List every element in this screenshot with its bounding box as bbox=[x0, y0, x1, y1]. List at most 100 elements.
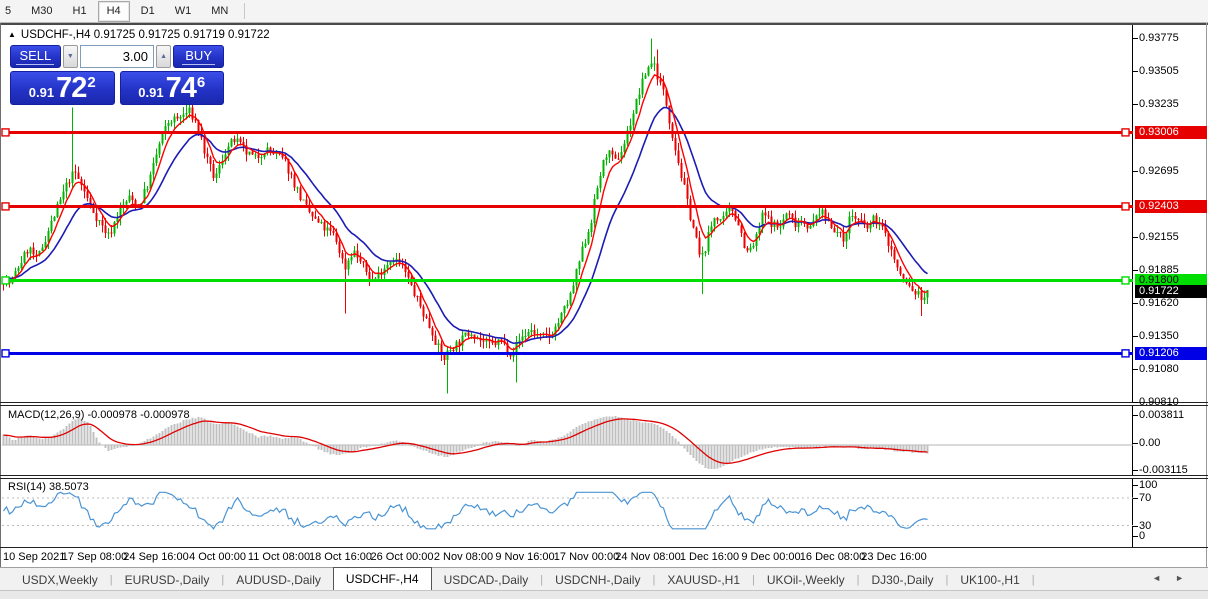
rsi-indicator-canvas[interactable] bbox=[0, 479, 1208, 547]
sell-price-prefix: 0.91 bbox=[29, 85, 54, 100]
tab-scroll-controls: ◄► bbox=[1152, 573, 1198, 583]
price-axis-label: 0.91080 bbox=[1139, 363, 1179, 375]
line-anchor[interactable] bbox=[2, 277, 9, 284]
tab-scroll-right-icon[interactable]: ► bbox=[1175, 573, 1198, 583]
chart-tab-USDX-Weekly[interactable]: USDX,Weekly bbox=[10, 570, 110, 590]
macd-tick bbox=[1133, 415, 1138, 416]
price-axis-label: 0.92155 bbox=[1139, 231, 1179, 243]
line-anchor[interactable] bbox=[2, 350, 9, 357]
chart-tab-DJ30-Daily[interactable]: DJ30-,Daily bbox=[860, 570, 946, 590]
timeframe-button-5[interactable]: 5 bbox=[0, 1, 20, 22]
timeframe-button-M30[interactable]: M30 bbox=[22, 1, 61, 22]
buy-button[interactable]: BUY bbox=[173, 45, 224, 68]
timeframe-button-MN[interactable]: MN bbox=[202, 1, 237, 22]
level-price-tag: 0.92403 bbox=[1135, 200, 1207, 213]
price-tick bbox=[1133, 336, 1138, 337]
macd-tick bbox=[1133, 443, 1138, 444]
chart-tab-UK100-H1[interactable]: UK100-,H1 bbox=[948, 570, 1031, 590]
status-strip bbox=[0, 590, 1208, 599]
macd-label: MACD(12,26,9) -0.000978 -0.000978 bbox=[8, 409, 190, 421]
chart-title: ▲ USDCHF-,H4 0.91725 0.91725 0.91719 0.91… bbox=[8, 29, 270, 41]
rsi-tick bbox=[1133, 498, 1138, 499]
line-anchor[interactable] bbox=[1122, 203, 1129, 210]
toolbar-separator bbox=[244, 3, 245, 19]
buy-price-big: 74 bbox=[166, 74, 196, 103]
ma-slow-line bbox=[4, 108, 928, 344]
chart-tab-USDCAD-Daily[interactable]: USDCAD-,Daily bbox=[432, 570, 541, 590]
price-axis-label: 0.91350 bbox=[1139, 330, 1179, 342]
tab-scroll-left-icon[interactable]: ◄ bbox=[1152, 573, 1175, 583]
sell-price-sup: 2 bbox=[87, 74, 95, 91]
price-tick bbox=[1133, 71, 1138, 72]
buy-price-sup: 6 bbox=[197, 74, 205, 91]
line-anchor[interactable] bbox=[1122, 350, 1129, 357]
timeframe-button-H4[interactable]: H4 bbox=[98, 1, 130, 22]
chart-tab-EURUSD-Daily[interactable]: EURUSD-,Daily bbox=[113, 570, 222, 590]
one-click-trading-panel: SELL ▼ ▲ BUY 0.91 72 2 0.91 74 6 bbox=[10, 45, 224, 105]
volume-input[interactable] bbox=[80, 45, 154, 68]
price-axis-label: 0.93775 bbox=[1139, 32, 1179, 44]
ma-fast-line bbox=[4, 75, 928, 350]
timeframe-button-D1[interactable]: D1 bbox=[132, 1, 164, 22]
macd-signal-line bbox=[4, 419, 928, 464]
macd-axis-label: 0.00 bbox=[1139, 437, 1160, 449]
chart-tab-USDCNH-Daily[interactable]: USDCNH-,Daily bbox=[543, 570, 652, 590]
price-axis-label: 0.93505 bbox=[1139, 65, 1179, 77]
time-axis-label: 11 Oct 08:00 bbox=[248, 551, 310, 563]
line-anchor[interactable] bbox=[2, 129, 9, 136]
chart-tab-XAUUSD-H1[interactable]: XAUUSD-,H1 bbox=[655, 570, 752, 590]
rsi-label: RSI(14) 38.5073 bbox=[8, 481, 89, 493]
price-axis-label: 0.91620 bbox=[1139, 297, 1179, 309]
tab-list: USDX,Weekly|EURUSD-,Daily|AUDUSD-,DailyU… bbox=[0, 568, 1035, 592]
price-tick bbox=[1133, 402, 1138, 403]
price-axis-label: 0.92695 bbox=[1139, 165, 1179, 177]
chart-tab-AUDUSD-Daily[interactable]: AUDUSD-,Daily bbox=[224, 570, 333, 590]
pane-separator[interactable] bbox=[0, 475, 1208, 476]
rsi-axis-label: 0 bbox=[1139, 530, 1145, 542]
time-axis-label: 23 Dec 16:00 bbox=[861, 551, 926, 563]
line-anchor[interactable] bbox=[1122, 277, 1129, 284]
macd-tick bbox=[1133, 470, 1138, 471]
rsi-tick bbox=[1133, 485, 1138, 486]
chart-tab-UKOil-Weekly[interactable]: UKOil-,Weekly bbox=[755, 570, 857, 590]
price-tick bbox=[1133, 369, 1138, 370]
time-axis-label: 9 Nov 16:00 bbox=[495, 551, 554, 563]
line-anchor[interactable] bbox=[2, 203, 9, 210]
volume-increase-button[interactable]: ▲ bbox=[156, 45, 171, 68]
pane-separator[interactable] bbox=[0, 402, 1208, 403]
volume-decrease-button[interactable]: ▼ bbox=[63, 45, 78, 68]
chart-title-text: USDCHF-,H4 0.91725 0.91725 0.91719 0.917… bbox=[21, 29, 270, 41]
timeframe-button-H1[interactable]: H1 bbox=[64, 1, 96, 22]
price-axis-label: 0.93235 bbox=[1139, 98, 1179, 110]
rsi-tick bbox=[1133, 536, 1138, 537]
sell-button[interactable]: SELL bbox=[10, 45, 61, 68]
time-axis-border bbox=[0, 547, 1208, 548]
pane-separator[interactable] bbox=[0, 405, 1208, 406]
time-axis-label: 18 Oct 16:00 bbox=[309, 551, 372, 563]
timeframe-toolbar: 5M30H1H4D1W1MN bbox=[0, 0, 1208, 23]
price-tick bbox=[1133, 171, 1138, 172]
sell-price-display[interactable]: 0.91 72 2 bbox=[10, 71, 115, 105]
level-price-tag: 0.93006 bbox=[1135, 126, 1207, 139]
rsi-axis-label: 100 bbox=[1139, 479, 1157, 491]
sell-price-big: 72 bbox=[56, 74, 86, 103]
line-anchor[interactable] bbox=[1122, 129, 1129, 136]
chart-tab-USDCHF-H4[interactable]: USDCHF-,H4 bbox=[333, 567, 432, 591]
pane-separator[interactable] bbox=[0, 478, 1208, 479]
time-axis-label: 24 Nov 08:00 bbox=[615, 551, 680, 563]
time-axis-label: 16 Dec 08:00 bbox=[800, 551, 865, 563]
price-axis-label: 0.90810 bbox=[1139, 396, 1179, 408]
collapse-icon[interactable]: ▲ bbox=[8, 30, 16, 39]
macd-axis-label: 0.003811 bbox=[1139, 409, 1184, 421]
time-axis-label: 1 Dec 16:00 bbox=[680, 551, 739, 563]
timeframe-button-W1[interactable]: W1 bbox=[166, 1, 201, 22]
buy-price-display[interactable]: 0.91 74 6 bbox=[120, 71, 225, 105]
price-tick bbox=[1133, 38, 1138, 39]
chart-tab-bar: USDX,Weekly|EURUSD-,Daily|AUDUSD-,DailyU… bbox=[0, 567, 1208, 591]
time-axis-label: 4 Oct 00:00 bbox=[189, 551, 246, 563]
time-axis-label: 17 Nov 00:00 bbox=[554, 551, 619, 563]
time-axis-label: 24 Sep 16:00 bbox=[123, 551, 188, 563]
rsi-tick bbox=[1133, 526, 1138, 527]
time-axis-label: 2 Nov 08:00 bbox=[434, 551, 493, 563]
time-axis-label: 9 Dec 00:00 bbox=[741, 551, 800, 563]
